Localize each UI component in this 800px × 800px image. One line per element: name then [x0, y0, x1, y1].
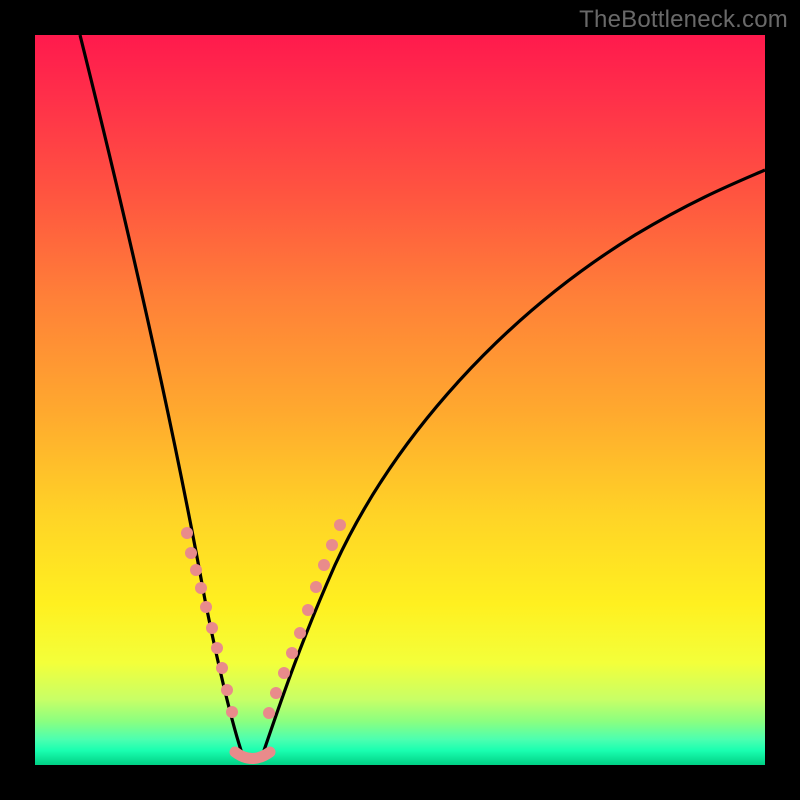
curve-layer [35, 35, 765, 765]
plot-area [35, 35, 765, 765]
valley-floor [235, 752, 270, 759]
curve-right [260, 170, 765, 762]
right-marker-cluster [263, 519, 346, 719]
chart-frame: TheBottleneck.com [0, 0, 800, 800]
attribution-text: TheBottleneck.com [579, 6, 788, 34]
